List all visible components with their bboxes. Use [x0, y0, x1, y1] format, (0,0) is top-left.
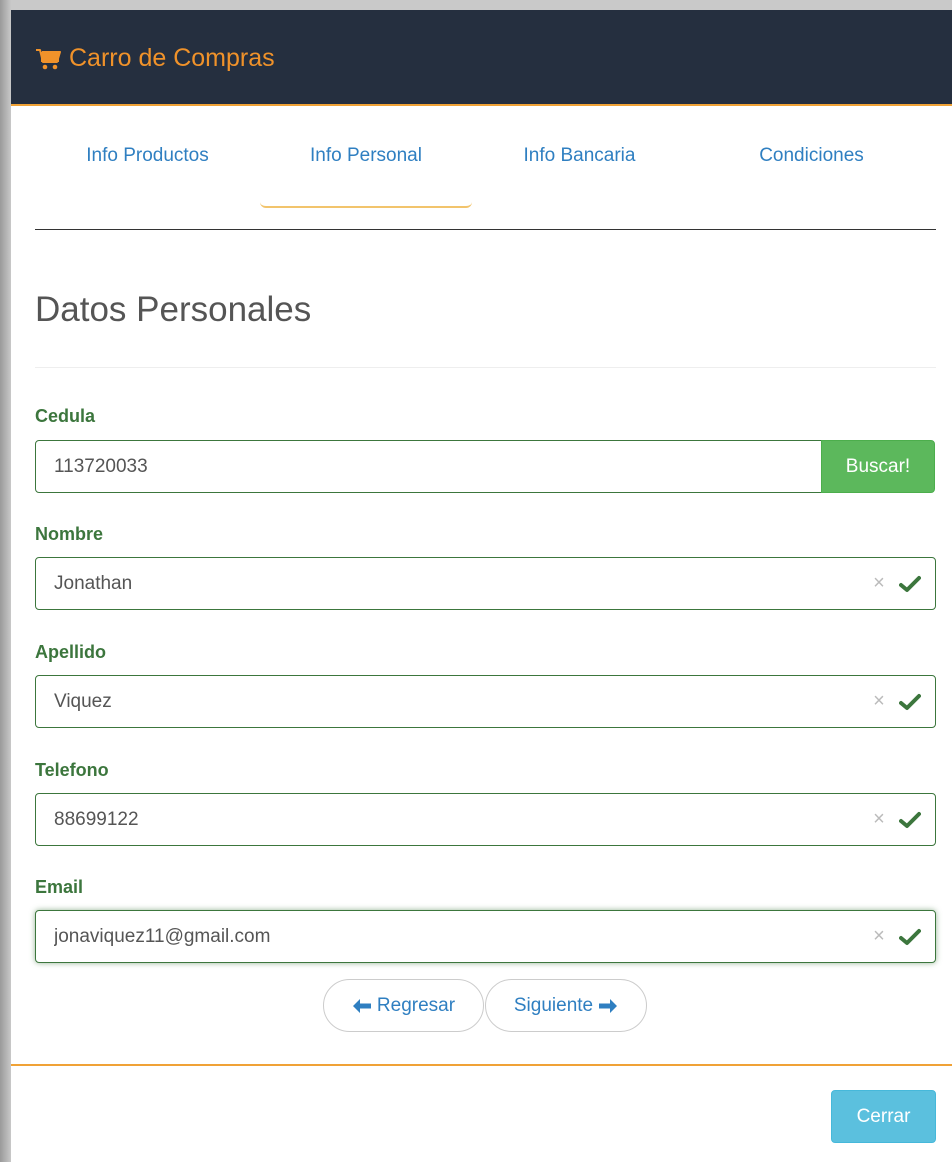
tab-label: Info Personal: [310, 145, 422, 166]
nombre-input[interactable]: [36, 558, 796, 609]
cedula-input[interactable]: [36, 441, 796, 492]
checkout-modal: Carro de Compras Info Productos Info Per…: [11, 10, 952, 1162]
tab-info-productos[interactable]: Info Productos: [35, 106, 260, 206]
tab-info-personal[interactable]: Info Personal: [260, 106, 472, 208]
shopping-cart-icon: [36, 48, 61, 69]
wizard-tabs: Info Productos Info Personal Info Bancar…: [35, 106, 936, 230]
cedula-field: [35, 440, 823, 493]
modal-title-text: Carro de Compras: [69, 44, 275, 72]
clear-icon[interactable]: ×: [871, 573, 887, 593]
email-label: Email: [35, 877, 84, 897]
clear-icon[interactable]: ×: [871, 809, 887, 829]
tab-label: Info Productos: [86, 145, 209, 166]
regresar-button[interactable]: Regresar: [323, 979, 484, 1032]
tab-label: Info Bancaria: [523, 145, 636, 166]
clear-icon[interactable]: ×: [871, 691, 887, 711]
nombre-field: ×: [35, 557, 936, 610]
nombre-label: Nombre: [35, 524, 104, 544]
cedula-label: Cedula: [35, 406, 96, 426]
telefono-field: ×: [35, 793, 936, 846]
section-divider: [35, 367, 936, 368]
footer-divider: [11, 1064, 952, 1066]
email-input[interactable]: [36, 911, 796, 962]
tab-label: Condiciones: [759, 145, 864, 166]
tab-info-bancaria[interactable]: Info Bancaria: [472, 106, 687, 206]
modal-header: Carro de Compras: [11, 10, 952, 106]
arrow-right-icon: [599, 998, 618, 1013]
telefono-input[interactable]: [36, 794, 796, 845]
apellido-label: Apellido: [35, 642, 106, 662]
arrow-left-icon: [352, 998, 371, 1013]
window-frame-left: [0, 0, 11, 1162]
checkmark-icon: [899, 576, 921, 592]
regresar-label: Regresar: [376, 994, 456, 1016]
checkmark-icon: [899, 694, 921, 710]
tab-condiciones[interactable]: Condiciones: [687, 106, 936, 206]
cerrar-button[interactable]: Cerrar: [831, 1090, 936, 1143]
apellido-input[interactable]: [36, 676, 796, 727]
buscar-button[interactable]: Buscar!: [821, 440, 935, 493]
clear-icon[interactable]: ×: [871, 926, 887, 946]
window-frame-top: [0, 0, 952, 10]
telefono-label: Telefono: [35, 760, 109, 780]
section-title: Datos Personales: [35, 290, 312, 329]
modal-title: Carro de Compras: [35, 44, 275, 73]
siguiente-label: Siguiente: [513, 994, 594, 1016]
checkmark-icon: [899, 929, 921, 945]
siguiente-button[interactable]: Siguiente: [485, 979, 647, 1032]
checkmark-icon: [899, 812, 921, 828]
apellido-field: ×: [35, 675, 936, 728]
email-field: ×: [35, 910, 936, 963]
